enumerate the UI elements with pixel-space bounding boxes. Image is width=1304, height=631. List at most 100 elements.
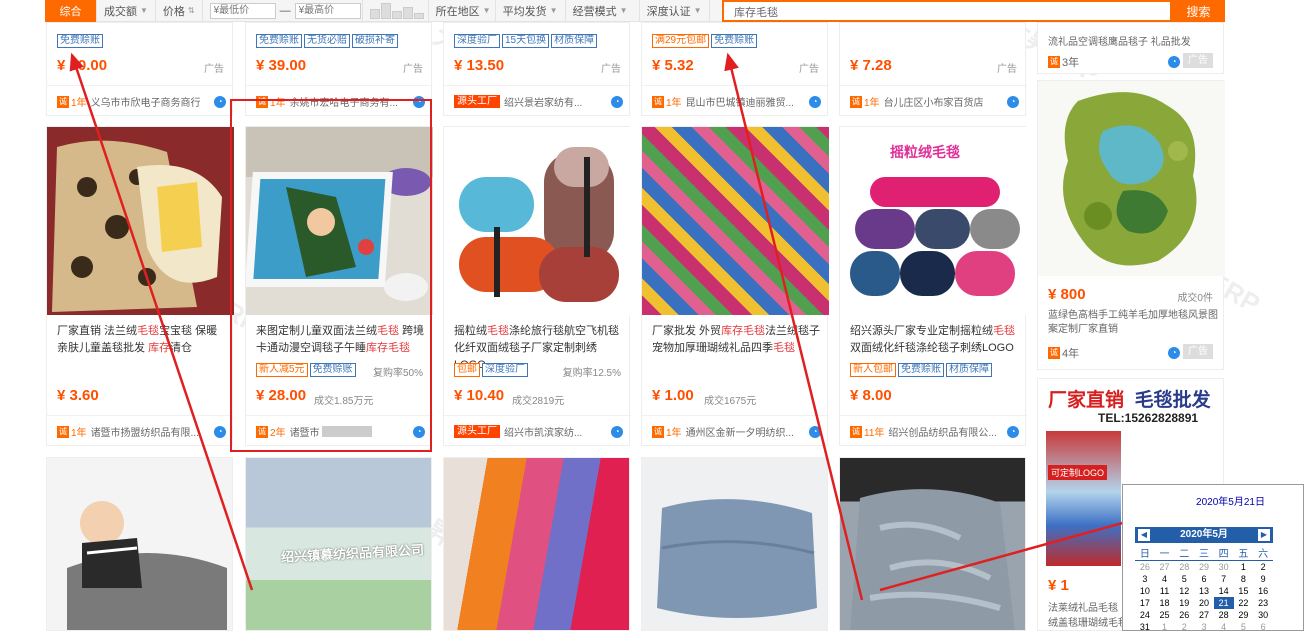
calendar-day[interactable]: 31 bbox=[1135, 621, 1155, 631]
product-card[interactable] bbox=[641, 457, 828, 631]
calendar-day[interactable]: 1 bbox=[1155, 621, 1175, 631]
side-product-card[interactable]: ¥ 800 成交0件 蓝绿色高档手工纯羊毛加厚地毯风景图案定制厂家直销 诚 4年 … bbox=[1037, 80, 1225, 370]
calendar-day[interactable]: 30 bbox=[1253, 609, 1273, 621]
calendar-day[interactable]: 3 bbox=[1194, 621, 1214, 631]
product-card[interactable]: 深度验厂 15天包换 材质保障 ¥ 13.50 广告 源头工厂 绍兴景岩家纺有... ◔ bbox=[443, 22, 631, 117]
calendar-day[interactable]: 13 bbox=[1194, 585, 1214, 597]
filter-certification[interactable]: 深度认证 ▼ bbox=[640, 0, 710, 22]
chat-icon[interactable]: ◔ bbox=[214, 95, 226, 108]
chat-icon[interactable]: ◔ bbox=[809, 425, 821, 438]
seller-row[interactable]: 源头工厂 绍兴市凯滨家纺... ◔ bbox=[444, 415, 631, 447]
prev-month-icon[interactable]: ◀ bbox=[1138, 529, 1150, 541]
calendar-day[interactable]: 8 bbox=[1234, 573, 1254, 585]
filter-shipping[interactable]: 平均发货 ▼ bbox=[496, 0, 566, 22]
search-button[interactable]: 搜索 bbox=[1172, 0, 1225, 22]
calendar-day[interactable]: 30 bbox=[1214, 561, 1234, 573]
product-image[interactable]: 绍兴镇慕纺织品有限公司 bbox=[246, 458, 431, 630]
calendar-day[interactable]: 11 bbox=[1155, 585, 1175, 597]
seller-row[interactable]: 诚 1年 诸暨市扬盟纺织品有限... ◔ bbox=[47, 415, 234, 447]
calendar-day[interactable]: 6 bbox=[1253, 621, 1273, 631]
seller-row[interactable]: 源头工厂 绍兴景岩家纺有... ◔ bbox=[444, 85, 631, 117]
price-histogram[interactable] bbox=[363, 0, 429, 22]
product-image[interactable] bbox=[642, 127, 829, 315]
chat-icon[interactable]: ◔ bbox=[1168, 56, 1180, 68]
product-card[interactable]: 免费赊账 ¥ 30.00 广告 诚 1年 义乌市市欣电子商务商行 ◔ bbox=[46, 22, 234, 117]
product-image[interactable] bbox=[444, 127, 631, 315]
product-card[interactable]: 满29元包邮 免费赊账 ¥ 5.32 广告 诚 1年 昆山市巴城镇迪丽雅贸... ◔ bbox=[641, 22, 829, 117]
calendar-day[interactable]: 19 bbox=[1174, 597, 1194, 609]
seller-row[interactable]: 诚 1年 通州区金新一夕明纺织... ◔ bbox=[642, 415, 829, 447]
product-card[interactable] bbox=[839, 457, 1026, 631]
product-image[interactable] bbox=[1038, 81, 1225, 276]
product-card[interactable] bbox=[46, 457, 233, 631]
sort-comprehensive[interactable]: 综合 bbox=[45, 0, 97, 22]
calendar-day[interactable]: 10 bbox=[1135, 585, 1155, 597]
sort-turnover[interactable]: 成交额 ▼ bbox=[97, 0, 156, 22]
calendar-day[interactable]: 20 bbox=[1194, 597, 1214, 609]
calendar-day[interactable]: 29 bbox=[1234, 609, 1254, 621]
calendar-day[interactable]: 2 bbox=[1174, 621, 1194, 631]
calendar-day[interactable]: 4 bbox=[1155, 573, 1175, 585]
calendar-day[interactable]: 28 bbox=[1174, 561, 1194, 573]
calendar-day[interactable]: 23 bbox=[1253, 597, 1273, 609]
product-card[interactable]: 绍兴镇慕纺织品有限公司 bbox=[245, 457, 432, 631]
product-image[interactable] bbox=[47, 458, 232, 630]
calendar-day[interactable]: 21 bbox=[1213, 596, 1234, 609]
product-card[interactable]: 摇粒绒毛毯 绍兴源头厂家专业定制摇粒绒毛毯双面绒化纤毯涤纶毯子刺绣LOGO 新人… bbox=[839, 126, 1027, 447]
sort-price[interactable]: 价格 ⇅ bbox=[156, 0, 203, 22]
calendar-day[interactable]: 24 bbox=[1135, 609, 1155, 621]
service-tag: 材质保障 bbox=[551, 34, 598, 48]
calendar-day[interactable]: 1 bbox=[1234, 561, 1254, 573]
product-image[interactable] bbox=[47, 127, 234, 315]
calendar-day[interactable]: 18 bbox=[1155, 597, 1175, 609]
calendar-day[interactable]: 14 bbox=[1214, 585, 1234, 597]
product-image[interactable]: 摇粒绒毛毯 bbox=[840, 127, 1027, 315]
chat-icon[interactable]: ◔ bbox=[611, 425, 623, 438]
chat-icon[interactable]: ◔ bbox=[809, 95, 821, 108]
calendar-day[interactable]: 3 bbox=[1135, 573, 1155, 585]
max-price-input[interactable] bbox=[294, 2, 361, 19]
seller-row[interactable]: 诚 1年 昆山市巴城镇迪丽雅贸... ◔ bbox=[642, 85, 829, 117]
product-card[interactable]: 厂家直销 法兰绒毛毯宝宝毯 保暖亲肤儿童盖毯批发 库存清仓 ¥ 3.60 诚 1年… bbox=[46, 126, 234, 447]
calendar-day[interactable]: 25 bbox=[1155, 609, 1175, 621]
calendar-day[interactable]: 12 bbox=[1174, 585, 1194, 597]
seller-row[interactable]: 诚 1年 义乌市市欣电子商务商行 ◔ bbox=[47, 85, 234, 117]
product-image[interactable] bbox=[642, 458, 827, 630]
calendar-day[interactable]: 5 bbox=[1174, 573, 1194, 585]
seller-row[interactable]: 诚 1年 台儿庄区小布家百货店 ◔ bbox=[840, 85, 1027, 117]
next-month-icon[interactable]: ▶ bbox=[1258, 529, 1270, 541]
chat-icon[interactable]: ◔ bbox=[214, 425, 226, 438]
chat-icon[interactable]: ◔ bbox=[1007, 425, 1019, 438]
chat-icon[interactable]: ◔ bbox=[1168, 347, 1180, 359]
product-image[interactable] bbox=[840, 458, 1025, 630]
search-input[interactable]: 库存毛毯 bbox=[722, 0, 1172, 22]
calendar-day[interactable]: 9 bbox=[1253, 573, 1273, 585]
product-image[interactable] bbox=[444, 458, 629, 630]
seller-row[interactable]: 诚 11年 绍兴创品纺织品有限公... ◔ bbox=[840, 415, 1027, 447]
product-card[interactable]: 摇粒绒毛毯涤纶旅行毯航空飞机毯化纤双面绒毯子厂家定制刺绣LOGO 包邮深度验厂 … bbox=[443, 126, 631, 447]
calendar-day[interactable]: 2 bbox=[1253, 561, 1273, 573]
calendar-day[interactable]: 29 bbox=[1194, 561, 1214, 573]
product-card[interactable]: ¥ 7.28 广告 诚 1年 台儿庄区小布家百货店 ◔ bbox=[839, 22, 1027, 117]
filter-business-mode[interactable]: 经营模式 ▼ bbox=[566, 0, 640, 22]
calendar-day[interactable]: 22 bbox=[1234, 597, 1254, 609]
calendar-day[interactable]: 7 bbox=[1214, 573, 1234, 585]
calendar-day[interactable]: 26 bbox=[1135, 561, 1155, 573]
calendar-day[interactable]: 6 bbox=[1194, 573, 1214, 585]
chat-icon[interactable]: ◔ bbox=[611, 95, 623, 108]
calendar-day[interactable]: 28 bbox=[1214, 609, 1234, 621]
calendar-day[interactable]: 15 bbox=[1234, 585, 1254, 597]
calendar-day[interactable]: 27 bbox=[1155, 561, 1175, 573]
calendar-day[interactable]: 27 bbox=[1194, 609, 1214, 621]
calendar-day[interactable]: 17 bbox=[1135, 597, 1155, 609]
side-product-card[interactable]: 流礼品空调毯鹰品毯子 礼品批发 诚 3年 ◔ 广告 bbox=[1037, 22, 1224, 74]
filter-region[interactable]: 所在地区 ▼ bbox=[429, 0, 496, 22]
calendar-day[interactable]: 4 bbox=[1214, 621, 1234, 631]
product-card[interactable] bbox=[443, 457, 630, 631]
calendar-day[interactable]: 5 bbox=[1234, 621, 1254, 631]
min-price-input[interactable] bbox=[209, 2, 276, 19]
calendar-day[interactable]: 16 bbox=[1253, 585, 1273, 597]
chat-icon[interactable]: ◔ bbox=[1007, 95, 1019, 108]
calendar-day[interactable]: 26 bbox=[1174, 609, 1194, 621]
product-card[interactable]: 厂家批发 外贸库存毛毯法兰绒毯子宠物加厚珊瑚绒礼品四季毛毯 ¥ 1.00 成交1… bbox=[641, 126, 829, 447]
